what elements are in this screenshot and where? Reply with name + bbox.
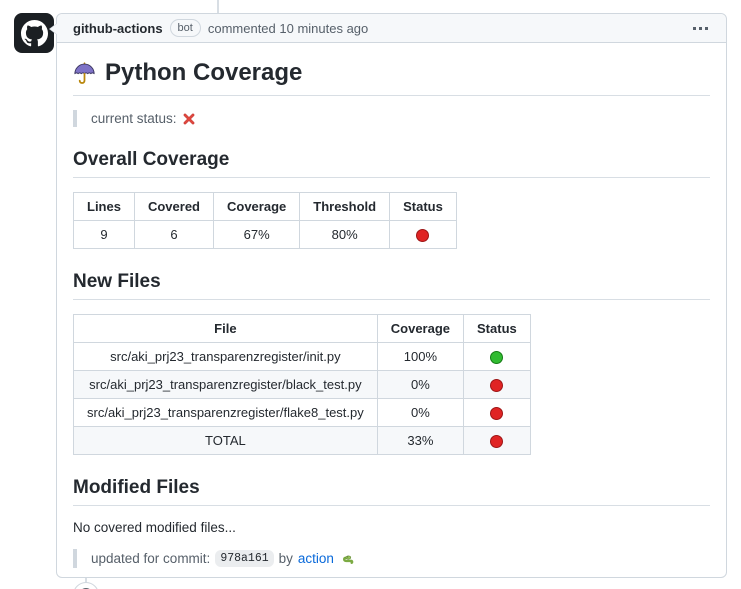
col-coverage: Coverage (377, 315, 463, 343)
table-header-row: Lines Covered Coverage Threshold Status (74, 193, 457, 221)
status-dot-icon (490, 407, 503, 420)
table-row-total: TOTAL 33% (74, 427, 531, 455)
col-coverage: Coverage (214, 193, 300, 221)
current-status-label: current status: (91, 111, 177, 126)
comment-card: github-actions bot commented 10 minutes … (56, 13, 727, 578)
table-header-row: File Coverage Status (74, 315, 531, 343)
status-dot-icon (416, 229, 429, 242)
author-link[interactable]: github-actions (73, 21, 163, 36)
table-row: src/aki_prj23_transparenzregister/black_… (74, 371, 531, 399)
current-status-quote: current status: (73, 110, 710, 127)
overall-coverage-table: Lines Covered Coverage Threshold Status … (73, 192, 457, 249)
avatar[interactable] (14, 13, 54, 53)
commit-sha: 978a161 (215, 550, 273, 567)
col-status: Status (390, 193, 457, 221)
bot-badge: bot (170, 19, 201, 37)
table-row: src/aki_prj23_transparenzregister/flake8… (74, 399, 531, 427)
status-dot-icon (490, 435, 503, 448)
kebab-menu-button[interactable] (691, 23, 710, 34)
snake-icon (339, 551, 354, 566)
github-comment-page: github-actions bot commented 10 minutes … (0, 0, 741, 589)
col-covered: Covered (134, 193, 213, 221)
timestamp-link[interactable]: commented 10 minutes ago (208, 21, 368, 36)
col-lines: Lines (74, 193, 135, 221)
no-modified-files-text: No covered modified files... (73, 520, 710, 535)
table-row: src/aki_prj23_transparenzregister/init.p… (74, 343, 531, 371)
modified-files-heading: Modified Files (73, 477, 710, 506)
status-dot-icon (490, 351, 503, 364)
github-octocat-icon (21, 20, 48, 47)
overall-coverage-heading: Overall Coverage (73, 149, 710, 178)
report-title: Python Coverage (73, 59, 710, 96)
timeline-line-top (217, 0, 219, 13)
updated-label: updated for commit: (91, 551, 210, 566)
cross-mark-icon (182, 112, 196, 126)
new-files-table: File Coverage Status src/aki_prj23_trans… (73, 314, 531, 455)
umbrella-icon (73, 62, 96, 85)
comment-header: github-actions bot commented 10 minutes … (57, 14, 726, 43)
status-dot-icon (490, 379, 503, 392)
new-files-heading: New Files (73, 271, 710, 300)
col-status: Status (464, 315, 531, 343)
report-title-text: Python Coverage (105, 59, 302, 87)
by-label: by (279, 551, 293, 566)
action-link[interactable]: action (298, 551, 334, 566)
updated-commit-quote: updated for commit: 978a161 by action (73, 549, 710, 568)
col-file: File (74, 315, 378, 343)
col-threshold: Threshold (300, 193, 390, 221)
add-reaction-button[interactable] (73, 582, 99, 589)
table-row: 9 6 67% 80% (74, 221, 457, 249)
comment-body: Python Coverage current status: Overall … (57, 43, 726, 589)
